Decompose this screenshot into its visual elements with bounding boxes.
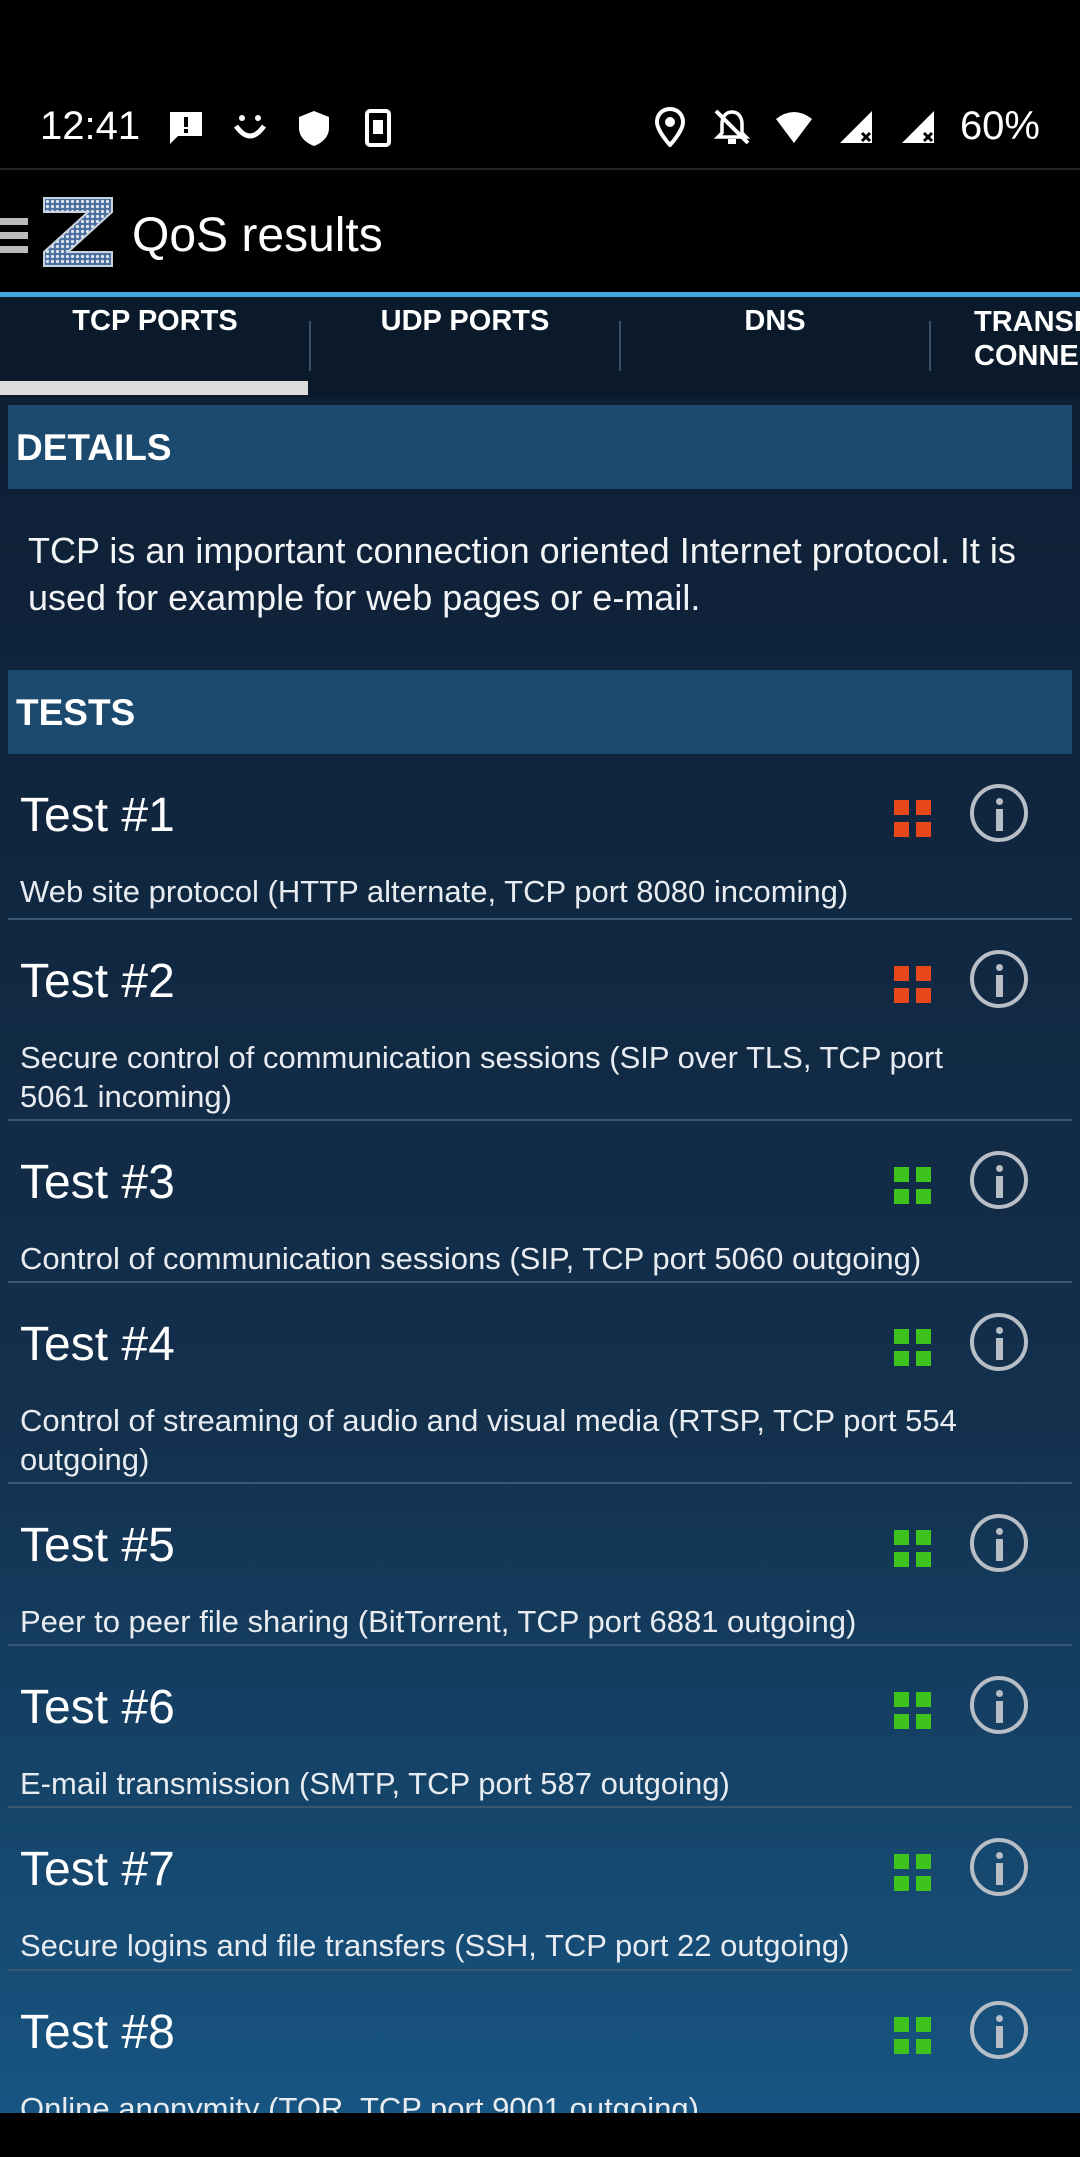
battery-level: 60% xyxy=(959,104,1040,148)
test-title: Test #4 xyxy=(20,1318,175,1371)
details-heading: DETAILS xyxy=(16,427,172,468)
test-description: E-mail transmission (SMTP, TCP port 587 … xyxy=(20,1766,730,1801)
status-passed-icon xyxy=(894,1854,934,1894)
info-icon[interactable] xyxy=(970,784,1028,842)
test-title: Test #6 xyxy=(20,1681,175,1734)
test-description: Secure control of communication sessions… xyxy=(20,1040,943,1114)
test-title: Test #2 xyxy=(20,955,175,1008)
test-title: Test #5 xyxy=(20,1519,175,1572)
signal-icon xyxy=(839,110,872,143)
status-failed-icon xyxy=(894,966,934,1006)
test-row[interactable]: Test #8 Online anonymity (TOR, TCP port 9… xyxy=(8,1971,1072,2113)
status-bar: 12:41 60% xyxy=(0,0,1080,166)
status-passed-icon xyxy=(894,1530,934,1570)
test-title: Test #1 xyxy=(20,789,175,842)
test-row[interactable]: Test #2 Secure control of communication s… xyxy=(8,920,1072,1121)
info-icon[interactable] xyxy=(970,1514,1028,1572)
signal-icon xyxy=(901,110,934,143)
test-description: Peer to peer file sharing (BitTorrent, T… xyxy=(20,1604,857,1639)
test-description: Web site protocol (HTTP alternate, TCP p… xyxy=(20,874,849,909)
tab-dns[interactable]: DNS xyxy=(620,297,930,397)
details-text: TCP is an important connection oriented … xyxy=(28,530,1016,618)
info-icon[interactable] xyxy=(970,1151,1028,1209)
selected-tab-indicator xyxy=(0,381,308,395)
test-row[interactable]: Test #4 Control of streaming of audio and… xyxy=(8,1283,1072,1484)
test-description: Secure logins and file transfers (SSH, T… xyxy=(20,1928,850,1963)
app-logo xyxy=(43,197,113,267)
status-passed-icon xyxy=(894,2017,934,2057)
tab-label: TRANSP CONNEC xyxy=(974,306,1080,372)
test-title: Test #3 xyxy=(20,1156,175,1209)
details-section-header: DETAILS xyxy=(8,405,1072,489)
test-row[interactable]: Test #6 E-mail transmission (SMTP, TCP po… xyxy=(8,1646,1072,1808)
sim-icon xyxy=(365,109,391,147)
notification-icons xyxy=(166,108,398,148)
smile-icon xyxy=(233,115,267,139)
status-passed-icon xyxy=(894,1329,934,1369)
info-icon[interactable] xyxy=(970,950,1028,1008)
results-content[interactable]: DETAILS TCP is an important connection o… xyxy=(0,397,1080,2113)
test-title: Test #8 xyxy=(20,2006,175,2059)
status-time: 12:41 xyxy=(40,104,141,148)
test-description: Online anonymity (TOR, TCP port 9001 out… xyxy=(20,2091,699,2113)
test-row[interactable]: Test #5 Peer to peer file sharing (BitTor… xyxy=(8,1484,1072,1646)
status-passed-icon xyxy=(894,1692,934,1732)
shield-icon xyxy=(299,111,329,146)
test-description: Control of communication sessions (SIP, … xyxy=(20,1241,922,1276)
location-icon xyxy=(654,106,685,147)
tab-udp-ports[interactable]: UDP PORTS xyxy=(310,297,620,397)
test-row[interactable]: Test #1 Web site protocol (HTTP alternate… xyxy=(8,754,1072,920)
test-title: Test #7 xyxy=(20,1843,175,1896)
system-icons: 60% xyxy=(650,104,1040,149)
info-icon[interactable] xyxy=(970,1838,1028,1896)
test-row[interactable]: Test #7 Secure logins and file transfers … xyxy=(8,1808,1072,1971)
test-row[interactable]: Test #3 Control of communication sessions… xyxy=(8,1121,1072,1283)
mute-bell-icon xyxy=(713,109,751,144)
page-title: QoS results xyxy=(132,209,383,262)
app-bar: QoS results xyxy=(0,168,1080,292)
navigation-bar xyxy=(0,2113,1080,2157)
tab-transparent-connections[interactable]: TRANSP CONNEC xyxy=(930,297,1080,397)
info-icon[interactable] xyxy=(970,1313,1028,1371)
menu-icon[interactable] xyxy=(0,218,28,258)
status-passed-icon xyxy=(894,1167,934,1207)
test-description: Control of streaming of audio and visual… xyxy=(20,1403,957,1477)
info-icon[interactable] xyxy=(970,2001,1028,2059)
info-icon[interactable] xyxy=(970,1676,1028,1734)
tests-heading: TESTS xyxy=(16,692,136,733)
status-failed-icon xyxy=(894,800,934,840)
alert-icon xyxy=(170,112,202,144)
tests-section-header: TESTS xyxy=(8,670,1072,754)
tab-bar: TCP PORTS UDP PORTS DNS TRANSP CONNEC xyxy=(0,297,1080,397)
wifi-icon xyxy=(775,111,812,143)
